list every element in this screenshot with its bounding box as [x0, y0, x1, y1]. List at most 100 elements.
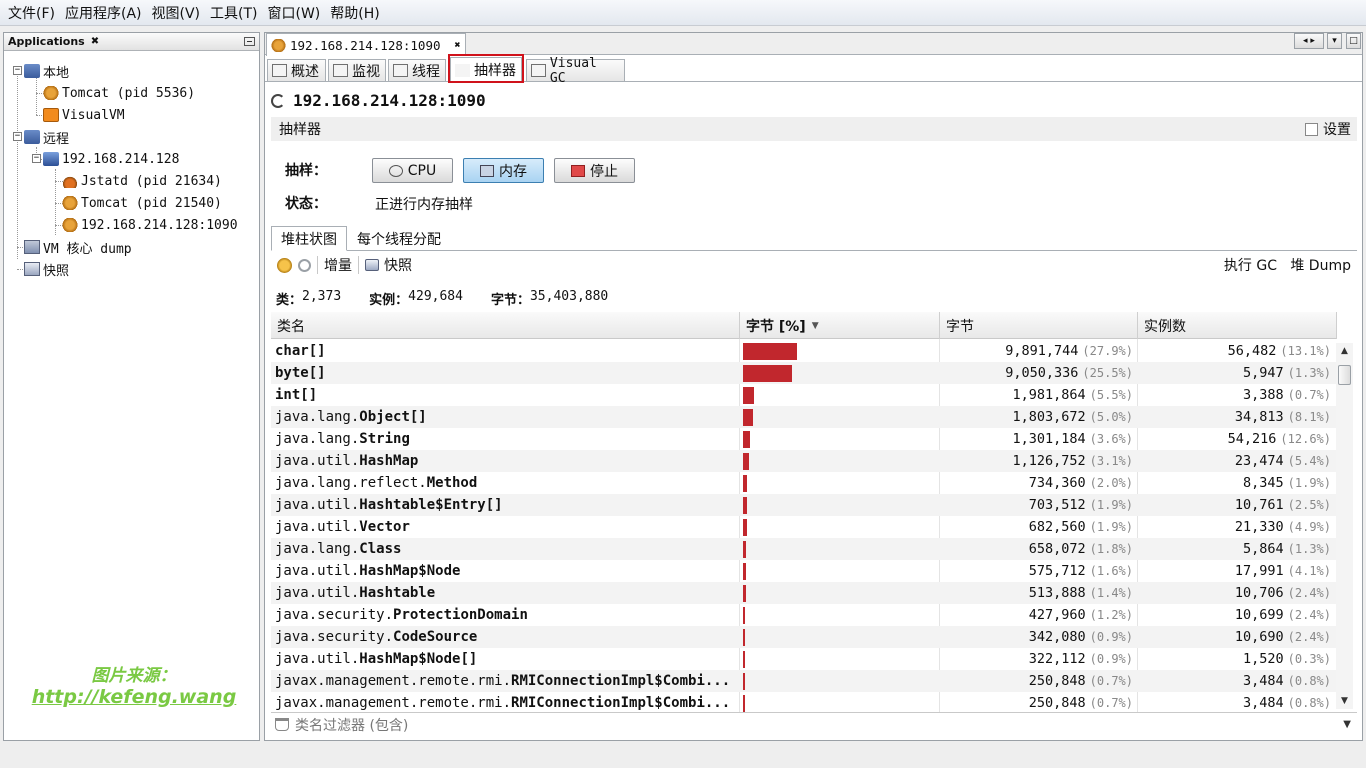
tab-monitor[interactable]: 监视 [328, 59, 386, 81]
table-row[interactable]: javax.management.remote.rmi. RMIConnectio… [271, 692, 1337, 712]
memory-button[interactable]: 内存 [463, 158, 544, 183]
filter-dropdown-icon[interactable]: ▼ [1343, 719, 1351, 730]
table-scrollbar[interactable]: ▲ ▼ [1336, 343, 1353, 709]
table-row[interactable]: java.lang.reflect. Method 734,360 (2.0%) 8,3… [271, 472, 1337, 494]
bytes-share-bar [743, 452, 749, 470]
table-row[interactable]: java.util. HashMap$Node 575,712 (1.6%) 17,99… [271, 560, 1337, 582]
table-row[interactable]: javax.management.remote.rmi. RMIConnectio… [271, 670, 1337, 692]
tree-item-jmx-connection[interactable]: 192.168.214.128:1090 [62, 215, 238, 235]
visualvm-icon [43, 108, 59, 122]
tree-item-remote[interactable]: 远程 [24, 127, 69, 147]
tab-scroll-arrows[interactable]: ◂ ▸ [1294, 33, 1324, 49]
table-row[interactable]: java.util. HashMap$Node[] 322,112 (0.9%) 1,5… [271, 648, 1337, 670]
coredump-icon [24, 240, 40, 254]
tree-item-local[interactable]: 本地 [24, 61, 69, 81]
tree-item-tomcat-5536[interactable]: Tomcat (pid 5536) [43, 83, 195, 103]
stop-button[interactable]: 停止 [554, 158, 635, 183]
collapse-toggle-remote[interactable]: − [13, 132, 22, 141]
menu-tools[interactable]: 工具(T) [206, 3, 261, 23]
table-row[interactable]: java.security. CodeSource 342,080 (0.9%) 10,… [271, 626, 1337, 648]
table-row[interactable]: byte[] 9,050,336 (25.5%) 5,947 (1.3%) [271, 362, 1337, 384]
menu-applications[interactable]: 应用程序(A) [61, 3, 146, 23]
settings-checkbox[interactable]: 设置 [1305, 119, 1351, 139]
tree-item-vm-coredump[interactable]: VM 核心 dump [24, 237, 132, 257]
histogram-tabs: 堆柱状图 每个线程分配 [271, 226, 1357, 251]
page-title: 192.168.214.128:1090 [271, 91, 486, 110]
column-bytes-percent[interactable]: 字节 [%] ▼ [740, 312, 940, 339]
table-row[interactable]: java.lang. Object[] 1,803,672 (5.0%) 34,813(… [271, 406, 1337, 428]
clock-icon [388, 164, 403, 177]
instances-value: 3,484 (0.8%) [1243, 695, 1331, 711]
threads-icon [393, 64, 408, 77]
class-filter[interactable]: 类名过滤器 (包含) ▼ [271, 712, 1357, 736]
table-row[interactable]: java.util. Hashtable 513,888 (1.4%) 10,706 (2… [271, 582, 1337, 604]
cpu-button[interactable]: CPU [372, 158, 453, 183]
tab-visual-gc[interactable]: Visual GC [526, 56, 625, 86]
class-name: java.util. Hashtable [275, 585, 436, 601]
menu-help[interactable]: 帮助(H) [326, 3, 383, 23]
tab-threads[interactable]: 线程 [388, 59, 446, 81]
watermark-line2: http://kefeng.wang [31, 686, 237, 708]
class-name: java.util. Hashtable$Entry[] [275, 497, 503, 513]
tab-list-dropdown-icon[interactable]: ▾ [1327, 33, 1342, 49]
class-filter-input[interactable]: 类名过滤器 (包含) [295, 715, 408, 735]
document-tab[interactable]: 192.168.214.128:1090 ✖ [266, 33, 466, 56]
scroll-down-icon[interactable]: ▼ [1336, 693, 1353, 709]
class-name: java.util. Vector [275, 519, 410, 535]
column-instances[interactable]: 实例数 [1138, 312, 1337, 339]
column-class-name[interactable]: 类名 [271, 312, 740, 339]
close-icon[interactable]: ✖ [91, 36, 99, 47]
collapse-toggle-host[interactable]: − [32, 154, 41, 163]
main-panel: 192.168.214.128:1090 ✖ ◂ ▸ ▾ □ 概述 监视 线程 … [264, 32, 1363, 741]
bytes-bar [743, 582, 939, 604]
tab-overview[interactable]: 概述 [267, 59, 326, 81]
tree-item-visualvm[interactable]: VisualVM [43, 105, 125, 125]
bytes-bar [743, 494, 939, 516]
snapshot-button[interactable]: 快照 [384, 255, 412, 275]
bytes-value: 658,072 (1.8%) [1028, 541, 1133, 557]
bytes-value: 322,112 (0.9%) [1028, 651, 1133, 667]
menu-bar: 文件(F) 应用程序(A) 视图(V) 工具(T) 窗口(W) 帮助(H) [0, 0, 1366, 26]
checkbox-icon [1305, 122, 1318, 136]
collapse-toggle-local[interactable]: − [13, 66, 22, 75]
menu-view[interactable]: 视图(V) [148, 3, 205, 23]
table-row[interactable]: java.util. Vector 682,560 (1.9%) 21,330 (4.9%… [271, 516, 1337, 538]
pause-icon[interactable] [277, 257, 292, 273]
table-row[interactable]: java.util. HashMap 1,126,752 (3.1%) 23,474 (5… [271, 450, 1337, 472]
instances-value: 10,690 (2.4%) [1234, 629, 1331, 645]
sampler-header: 抽样器 设置 [271, 117, 1357, 141]
perform-gc-button[interactable]: 执行 GC [1224, 258, 1277, 274]
column-bytes[interactable]: 字节 [940, 312, 1138, 339]
table-row[interactable]: java.util. Hashtable$Entry[] 703,512 (1.9%)… [271, 494, 1337, 516]
tree-item-tomcat-21540[interactable]: Tomcat (pid 21540) [62, 193, 222, 213]
computer-icon [24, 64, 40, 78]
delta-button[interactable]: 增量 [324, 255, 352, 275]
heap-dump-button[interactable]: 堆 Dump [1290, 258, 1351, 274]
scroll-thumb[interactable] [1338, 365, 1351, 385]
bytes-bar [743, 406, 939, 428]
instances-value: 56,482 (13.1%) [1227, 343, 1331, 359]
table-row[interactable]: java.lang. String 1,301,184 (3.6%) 54,216 (12… [271, 428, 1337, 450]
document-tab-bar: 192.168.214.128:1090 ✖ ◂ ▸ ▾ □ [265, 33, 1362, 56]
close-tab-icon[interactable]: ✖ [455, 40, 461, 51]
menu-file[interactable]: 文件(F) [4, 3, 59, 23]
scroll-up-icon[interactable]: ▲ [1336, 343, 1353, 359]
maximize-icon[interactable]: □ [1346, 33, 1361, 49]
tree-item-jstatd[interactable]: Jstatd (pid 21634) [62, 171, 222, 191]
bytes-bar [743, 626, 939, 648]
refresh-icon[interactable] [298, 258, 311, 272]
tab-per-thread-allocation[interactable]: 每个线程分配 [348, 226, 450, 251]
minimize-icon[interactable] [244, 37, 255, 46]
tree-item-remote-host[interactable]: 192.168.214.128 [43, 149, 179, 169]
table-row[interactable]: char[] 9,891,744 (27.9%) 56,482 (13.1%) [271, 340, 1337, 362]
table-row[interactable]: java.lang. Class 658,072 (1.8%) 5,864 (1.3%) [271, 538, 1337, 560]
tab-heap-histogram[interactable]: 堆柱状图 [271, 226, 347, 251]
menu-window[interactable]: 窗口(W) [264, 3, 325, 23]
bytes-value: 575,712 (1.6%) [1028, 563, 1133, 579]
table-row[interactable]: java.security. ProtectionDomain 427,960 (1.… [271, 604, 1337, 626]
tree-item-snapshots[interactable]: 快照 [24, 259, 69, 279]
class-name: byte[] [275, 365, 326, 381]
monitor-icon [333, 64, 348, 77]
table-row[interactable]: int[] 1,981,864 (5.5%) 3,388 (0.7%) [271, 384, 1337, 406]
view-tabs: 概述 监视 线程 抽样器 Visual GC [265, 54, 1362, 86]
